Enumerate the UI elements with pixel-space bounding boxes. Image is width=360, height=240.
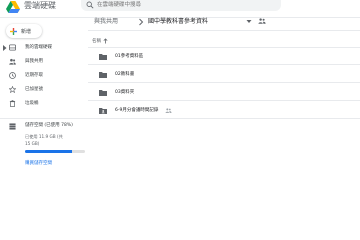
- new-button[interactable]: 新增: [6, 24, 42, 38]
- storage-total-text: 15 GB): [25, 141, 40, 146]
- sidebar-item-starred[interactable]: 已加星號: [0, 84, 86, 96]
- search-box[interactable]: [81, 0, 281, 11]
- drive-logo-icon[interactable]: [6, 1, 20, 13]
- folder-icon: [99, 72, 107, 78]
- sidebar-item-my-drive[interactable]: 我的雲端硬碟: [0, 42, 86, 54]
- sidebar-item-recent[interactable]: 近期存取: [0, 70, 86, 82]
- sidebar-item-label: 垃圾桶: [25, 101, 39, 106]
- column-header-name[interactable]: 名稱: [92, 38, 101, 44]
- chevron-down-icon[interactable]: [246, 19, 252, 24]
- storage-title: 儲存空間 (已使用 78%): [25, 123, 73, 128]
- table-row[interactable]: 03資料夾: [88, 84, 360, 101]
- breadcrumb-current-folder[interactable]: 國中學教科書參考資料: [148, 16, 208, 28]
- storage-progress-fill: [25, 150, 72, 153]
- sidebar-item-label: 已加星號: [25, 87, 43, 92]
- shared-people-icon: [165, 108, 172, 113]
- folder-icon: [99, 90, 107, 96]
- shared-folder-icon: [99, 108, 107, 114]
- sidebar-divider: [0, 118, 88, 119]
- sidebar-item-shared-with-me[interactable]: 與我共用: [0, 56, 86, 68]
- file-name: 03資料夾: [115, 90, 135, 95]
- file-name: 02教科書: [115, 72, 135, 77]
- sidebar-item-trash[interactable]: 垃圾桶: [0, 98, 86, 110]
- sidebar-item-label: 近期存取: [25, 73, 43, 78]
- new-button-label: 新增: [21, 28, 32, 35]
- table-row[interactable]: 02教科書: [88, 66, 360, 83]
- search-icon[interactable]: [86, 1, 94, 9]
- table-row[interactable]: 6-9月分會議時間記錄: [88, 102, 360, 119]
- storage-progress-bar: [25, 150, 85, 153]
- search-input[interactable]: [97, 0, 277, 11]
- table-row[interactable]: 01參考資料區: [88, 48, 360, 65]
- file-name: 6-9月分會議時間記錄: [115, 108, 159, 113]
- folder-icon: [99, 54, 107, 60]
- breadcrumb-shared-with-me[interactable]: 與我共用: [94, 16, 118, 28]
- storage-used-text: 已使用 11.9 GB (共: [25, 134, 63, 139]
- buy-storage-link[interactable]: 購買儲存空間: [25, 160, 52, 166]
- sidebar-item-label: 我的雲端硬碟: [25, 45, 52, 50]
- drive-icon: [9, 44, 16, 51]
- clock-icon: [9, 72, 16, 79]
- chevron-right-icon[interactable]: [2, 45, 7, 51]
- chevron-right-icon: [139, 18, 144, 26]
- plus-icon: [10, 27, 17, 35]
- sidebar-item-label: 與我共用: [25, 59, 43, 64]
- breadcrumb: 與我共用 國中學教科書參考資料: [88, 15, 360, 31]
- file-name: 01參考資料區: [115, 54, 144, 59]
- people-icon: [258, 18, 266, 24]
- star-icon: [9, 86, 16, 93]
- trash-icon: [9, 100, 16, 107]
- people-icon: [9, 58, 16, 65]
- arrow-up-icon[interactable]: [103, 38, 108, 44]
- app-title: 雲端硬碟: [24, 1, 56, 10]
- cloud-storage-icon: [9, 123, 16, 130]
